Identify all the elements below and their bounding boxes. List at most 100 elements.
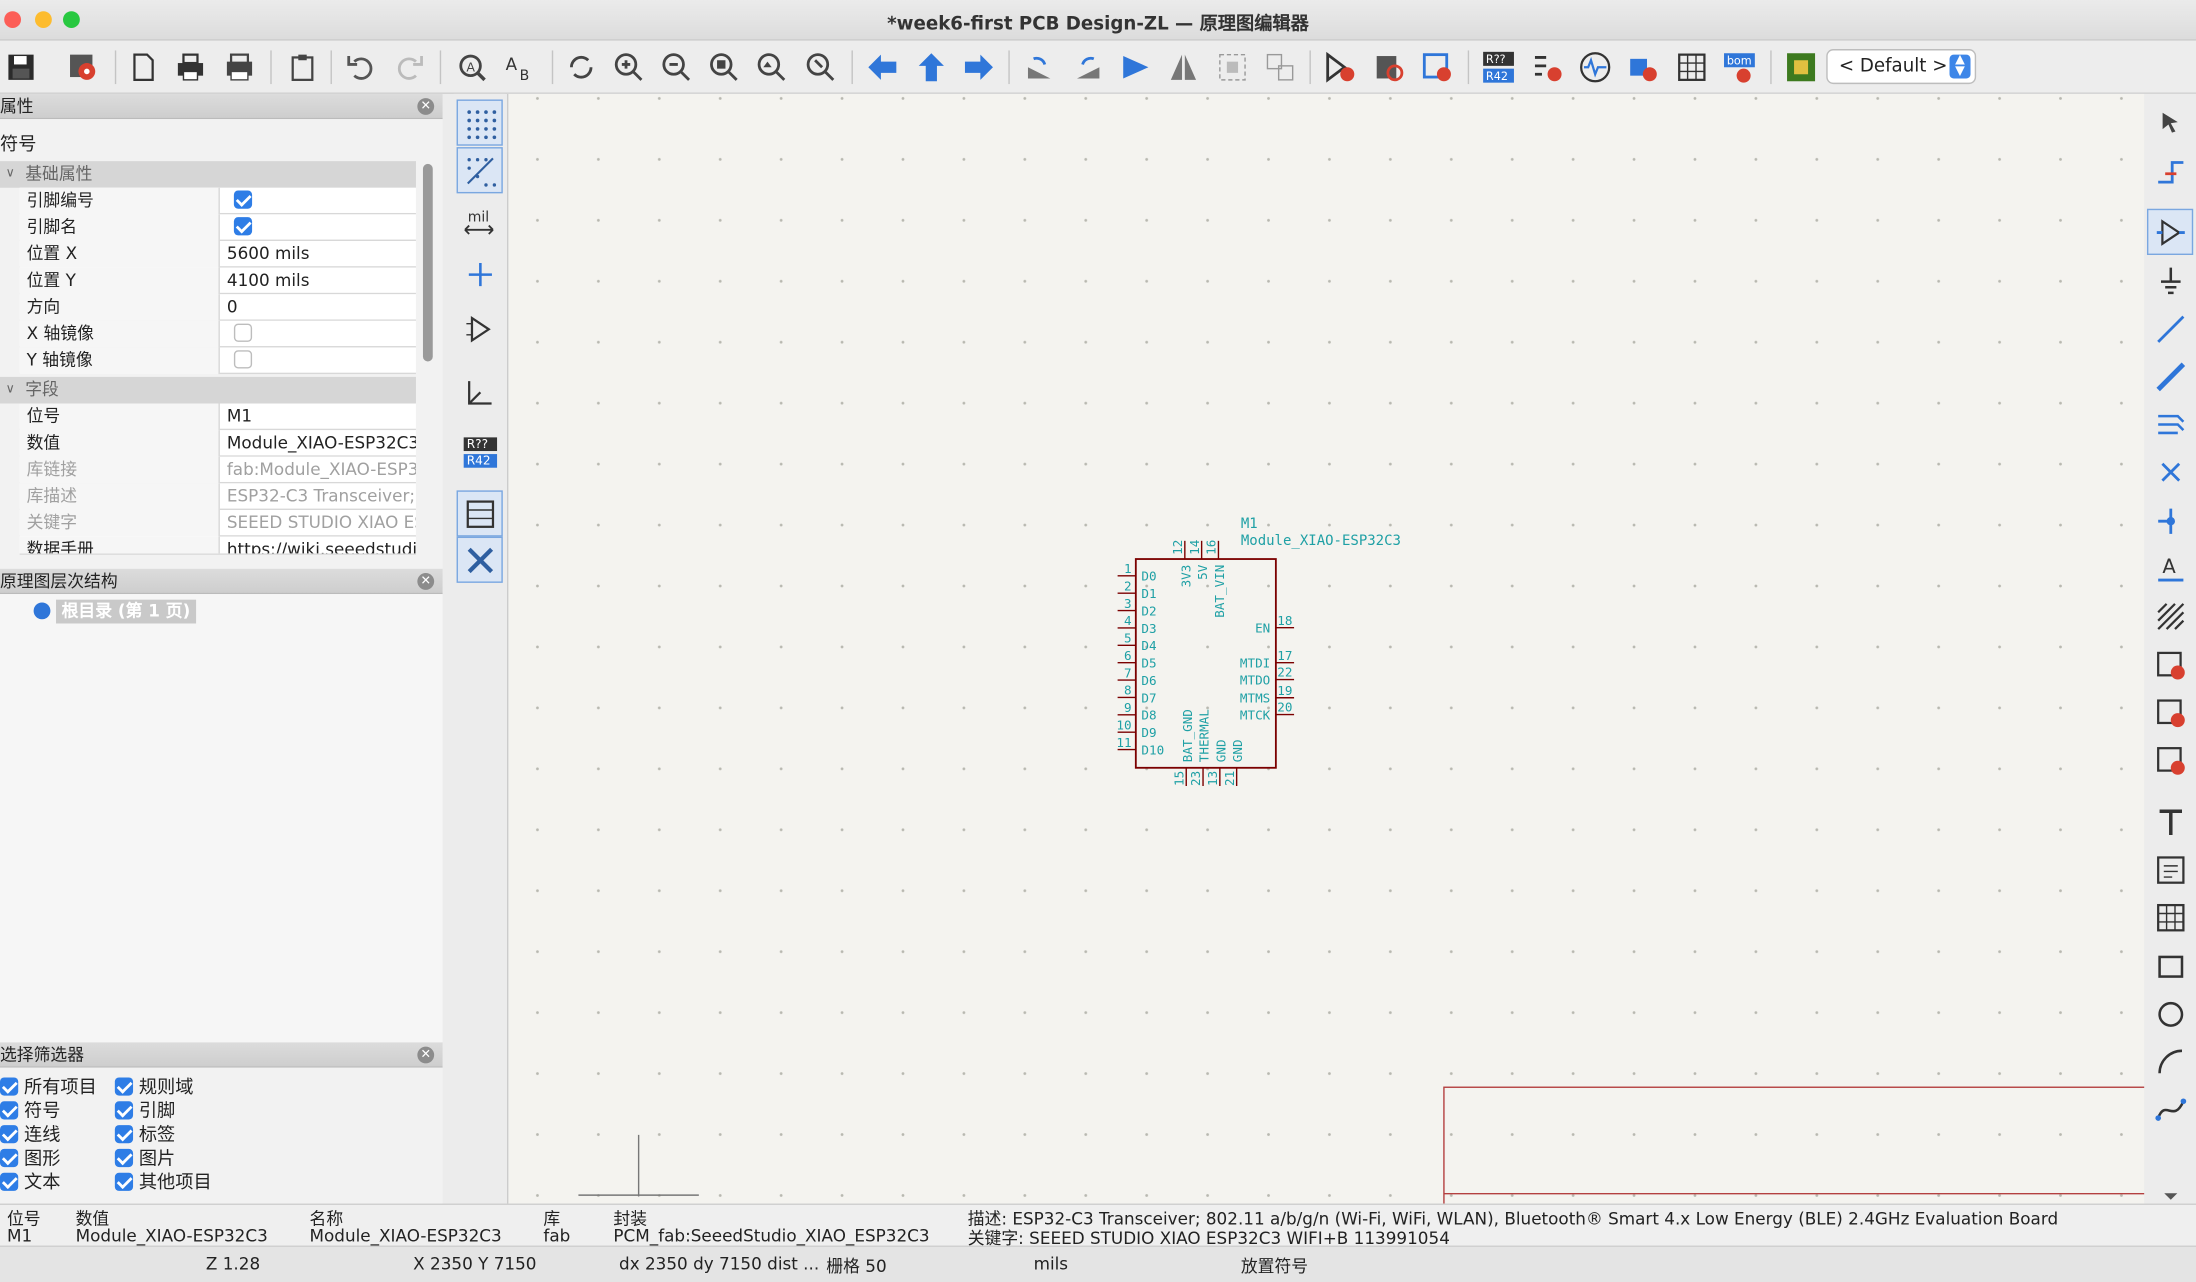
navigate-forward-icon[interactable]	[959, 48, 998, 87]
position-x-field[interactable]: 5600 mils	[227, 241, 416, 268]
refresh-icon[interactable]	[562, 48, 601, 87]
filter-wires[interactable]: 连线	[0, 1125, 60, 1147]
schematic-setup-icon[interactable]	[63, 48, 102, 87]
properties-scrollbar[interactable]	[422, 163, 433, 362]
add-textbox-icon[interactable]	[2147, 846, 2193, 892]
rotate-ccw-icon[interactable]	[1020, 48, 1059, 87]
datasheet-field[interactable]: https://wiki.seeedstudio	[227, 537, 416, 553]
filter-all-items[interactable]: 所有项目	[0, 1077, 97, 1099]
grid-icon[interactable]	[456, 99, 503, 146]
add-rule-area-icon[interactable]	[2147, 593, 2193, 639]
erc-icon[interactable]	[1528, 48, 1567, 87]
pin-numbers-checkbox[interactable]	[233, 190, 253, 209]
annotate-icon[interactable]: R?? R42	[1479, 48, 1518, 87]
assign-footprints-icon[interactable]	[1623, 48, 1662, 87]
find-replace-icon[interactable]: AB	[500, 48, 539, 87]
select-tool-icon[interactable]	[2147, 99, 2193, 145]
navigate-back-icon[interactable]	[863, 48, 902, 87]
mirror-vertical-icon[interactable]	[1116, 48, 1155, 87]
value-field[interactable]: Module_XIAO-ESP32C3	[227, 430, 416, 457]
add-text-icon[interactable]	[2147, 799, 2193, 845]
checkbox[interactable]	[114, 1101, 134, 1120]
filter-rule-areas[interactable]: 规则域	[114, 1077, 193, 1099]
add-junction-icon[interactable]	[2147, 497, 2193, 543]
symbol-value[interactable]: Module_XIAO-ESP32C3	[1241, 533, 1401, 549]
checkbox[interactable]	[114, 1125, 134, 1144]
filter-labels[interactable]: 标签	[114, 1125, 175, 1147]
add-symbol-icon[interactable]	[2146, 208, 2194, 255]
line-mode-icon[interactable]	[457, 368, 503, 414]
close-hierarchy-icon[interactable]: ✕	[417, 573, 435, 590]
print-icon[interactable]	[171, 48, 210, 87]
symbol-ref[interactable]: M1	[1241, 516, 1258, 532]
add-sheet-pin-icon[interactable]	[2147, 642, 2193, 688]
net-class-select[interactable]: < Default > ▲ ▼	[1826, 49, 1977, 85]
checkbox[interactable]	[0, 1125, 19, 1144]
zoom-fit-icon[interactable]	[704, 48, 743, 87]
add-bus-entry-icon[interactable]	[2147, 401, 2193, 447]
add-bus-icon[interactable]	[2147, 353, 2193, 399]
filter-text[interactable]: 文本	[0, 1172, 60, 1195]
add-label-icon[interactable]: A	[2147, 545, 2193, 591]
symbol-m1[interactable]: M1 Module_XIAO-ESP32C3 1D02D13D24D35D46D…	[508, 94, 2146, 1204]
checkbox[interactable]	[114, 1077, 134, 1096]
pin-names-checkbox[interactable]	[233, 217, 253, 236]
schematic-canvas[interactable]: M1 Module_XIAO-ESP32C3 1 D0 2 D1 3 D2 4 D3 5 D4 6 D…	[506, 93, 2146, 1204]
filter-images[interactable]: 图片	[114, 1148, 175, 1171]
close-properties-icon[interactable]: ✕	[417, 98, 435, 115]
add-power-icon[interactable]	[2147, 256, 2193, 302]
undo-icon[interactable]	[340, 48, 379, 87]
highlight-net-icon[interactable]	[2147, 147, 2193, 193]
mirror-x-checkbox[interactable]	[233, 323, 253, 342]
hidden-pins-icon[interactable]	[457, 305, 503, 351]
zoom-out-icon[interactable]	[657, 48, 696, 87]
symbol-library-browser-icon[interactable]	[1370, 48, 1409, 87]
add-wire-icon[interactable]	[2147, 305, 2193, 351]
filter-other-items[interactable]: 其他项目	[114, 1172, 212, 1195]
cursor-crosshair-icon[interactable]	[457, 251, 503, 297]
add-bezier-icon[interactable]	[2147, 1086, 2193, 1132]
add-hierarchical-sheet-icon[interactable]	[2147, 737, 2193, 783]
mirror-horizontal-icon[interactable]	[1164, 48, 1203, 87]
zoom-in-icon[interactable]	[609, 48, 648, 87]
redo-icon[interactable]	[391, 48, 430, 87]
fields-editor-icon[interactable]	[1672, 48, 1711, 87]
plot-icon[interactable]	[220, 48, 259, 87]
checkbox[interactable]	[114, 1148, 134, 1168]
symbol-editor-icon[interactable]	[1321, 48, 1360, 87]
zoom-selection-icon[interactable]	[801, 48, 840, 87]
annotate-toggle-icon[interactable]: R?? R42	[457, 429, 503, 475]
save-icon[interactable]	[1, 48, 40, 87]
add-circle-icon[interactable]	[2147, 991, 2193, 1037]
checkbox[interactable]	[0, 1077, 19, 1096]
group-icon[interactable]	[1213, 48, 1252, 87]
hierarchy-root-item[interactable]: 根目录 (第 1 页)	[56, 599, 196, 624]
position-y-field[interactable]: 4100 mils	[227, 268, 416, 295]
units-mil-icon[interactable]: mil	[457, 200, 503, 246]
category-basic[interactable]: ∨ 基础属性	[0, 161, 416, 188]
no-connect-icon[interactable]	[2147, 448, 2193, 494]
zoom-objects-icon[interactable]	[752, 48, 791, 87]
navigate-up-icon[interactable]	[912, 48, 951, 87]
pcb-editor-icon[interactable]	[1781, 48, 1820, 87]
grid-override-icon[interactable]	[456, 147, 503, 194]
add-table-icon[interactable]	[2147, 894, 2193, 940]
ungroup-icon[interactable]	[1260, 48, 1299, 87]
hierarchy-panel-toggle-icon[interactable]	[456, 490, 503, 537]
add-arc-icon[interactable]	[2147, 1038, 2193, 1084]
add-rectangle-icon[interactable]	[2147, 943, 2193, 989]
footprint-editor-icon[interactable]	[1417, 48, 1456, 87]
properties-toggle-icon[interactable]	[456, 536, 503, 583]
orientation-field[interactable]: 0	[227, 294, 416, 321]
filter-symbols[interactable]: 符号	[0, 1101, 60, 1123]
simulator-icon[interactable]	[1576, 48, 1615, 87]
checkbox[interactable]	[0, 1172, 19, 1191]
filter-pins[interactable]: 引脚	[114, 1101, 175, 1123]
category-fields[interactable]: ∨ 字段	[0, 376, 416, 404]
close-filter-icon[interactable]: ✕	[417, 1046, 435, 1064]
import-sheet-icon[interactable]	[2147, 689, 2193, 735]
reference-field[interactable]: M1	[227, 404, 416, 431]
mirror-y-checkbox[interactable]	[233, 350, 253, 369]
rotate-cw-icon[interactable]	[1069, 48, 1108, 87]
checkbox[interactable]	[0, 1101, 19, 1120]
